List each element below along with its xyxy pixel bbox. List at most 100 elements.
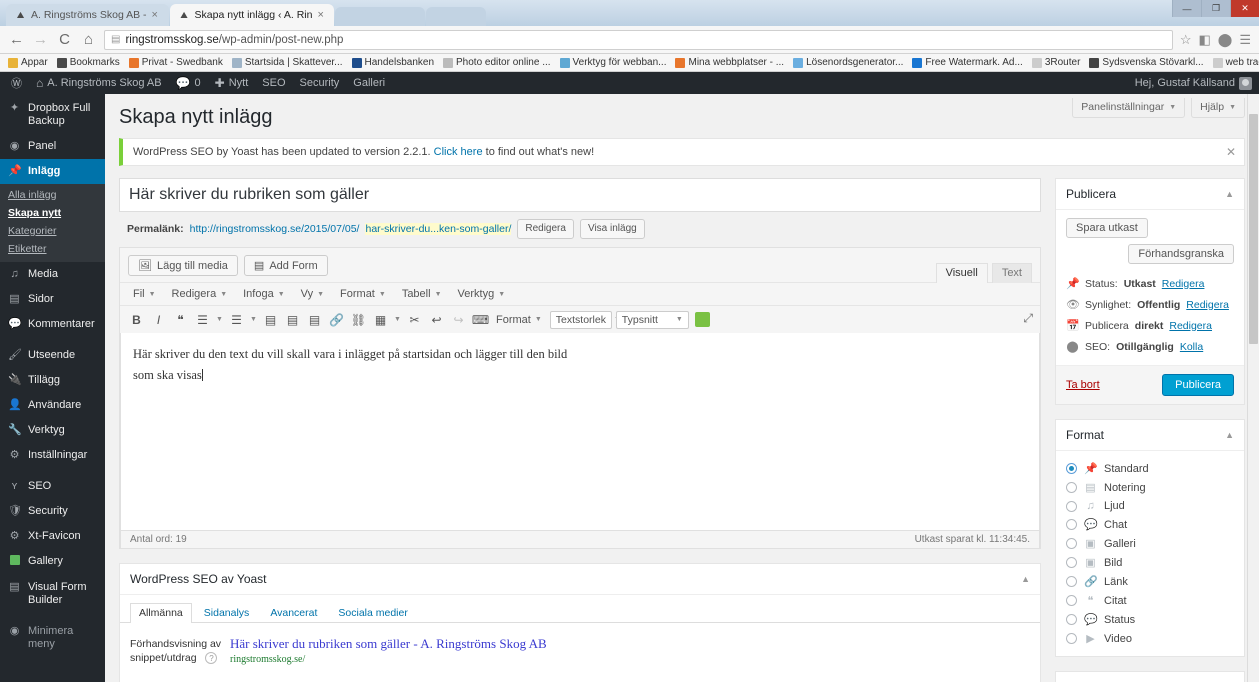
- address-bar[interactable]: ▤ ringstromsskog.se/wp-admin/post-new.ph…: [104, 29, 1173, 50]
- font-dropdown[interactable]: Typsnitt ▼: [615, 310, 689, 329]
- unlink-icon[interactable]: ⛓: [348, 310, 369, 329]
- chevron-up-icon[interactable]: ▲: [1225, 189, 1234, 199]
- sidebar-item-visual-form-builder[interactable]: ▤ Visual Form Builder: [0, 575, 105, 613]
- format-radio[interactable]: [1066, 557, 1077, 568]
- blockquote-icon[interactable]: ❝: [170, 310, 191, 329]
- bold-icon[interactable]: B: [126, 310, 147, 329]
- format-box-header[interactable]: Format ▲: [1056, 420, 1244, 451]
- sidebar-item-inl-gg[interactable]: 📌 Inlägg: [0, 159, 105, 184]
- sidebar-item-media[interactable]: ♫ Media: [0, 262, 105, 287]
- format-dropdown[interactable]: Format ▼: [492, 314, 546, 326]
- textsize-dropdown[interactable]: Textstorlek ▼: [549, 310, 621, 329]
- browser-tab-ghost[interactable]: [426, 7, 487, 26]
- editor-menu-fil[interactable]: Fil ▼: [126, 286, 163, 302]
- fullscreen-icon[interactable]: ⤢: [1023, 311, 1033, 326]
- home-icon[interactable]: ⌂: [80, 31, 97, 48]
- browser-tab-1[interactable]: ⛰ A. Ringströms Skog AB - ×: [6, 4, 169, 26]
- bookmark-item[interactable]: 3Router: [1028, 56, 1085, 69]
- add-form-button[interactable]: ▤ Add Form: [243, 255, 328, 276]
- categories-box-header[interactable]: Kategorier ▲: [1056, 672, 1244, 682]
- sidebar-item-till-gg[interactable]: 🔌 Tillägg: [0, 368, 105, 393]
- chevron-up-icon[interactable]: ▲: [1225, 430, 1234, 440]
- format-radio[interactable]: [1066, 595, 1077, 606]
- view-post-button[interactable]: Visa inlägg: [579, 219, 645, 239]
- yoast-tab-sociala-medier[interactable]: Sociala medier: [329, 603, 416, 623]
- format-radio[interactable]: [1066, 538, 1077, 549]
- chevron-up-icon[interactable]: ▲: [1021, 574, 1030, 584]
- format-radio[interactable]: [1066, 633, 1077, 644]
- submenu-item-etiketter[interactable]: Etiketter: [0, 240, 105, 258]
- sidebar-item-verktyg[interactable]: 🔧 Verktyg: [0, 418, 105, 443]
- format-radio[interactable]: [1066, 576, 1077, 587]
- adminbar-item-security[interactable]: Security: [293, 72, 347, 94]
- editor-menu-verktyg[interactable]: Verktyg ▼: [451, 286, 513, 302]
- format-option-notering[interactable]: ▤ Notering: [1066, 478, 1234, 497]
- page-scrollbar[interactable]: [1247, 94, 1259, 682]
- bookmark-item[interactable]: Appar: [4, 56, 52, 69]
- edit-visibility-link[interactable]: Redigera: [1186, 299, 1229, 311]
- align-center-icon[interactable]: ▤: [282, 310, 303, 329]
- forward-icon[interactable]: →: [32, 31, 49, 48]
- browser-tab-ghost[interactable]: [335, 7, 426, 26]
- window-close-button[interactable]: ✕: [1230, 0, 1259, 17]
- sidebar-item-anv-ndare[interactable]: 👤 Användare: [0, 393, 105, 418]
- close-icon[interactable]: ×: [317, 9, 326, 21]
- format-option-status[interactable]: 💬 Status: [1066, 610, 1234, 629]
- format-option-citat[interactable]: ❝ Citat: [1066, 591, 1234, 610]
- bookmark-item[interactable]: Mina webbplatser - ...: [671, 56, 788, 69]
- editor-menu-redigera[interactable]: Redigera ▼: [165, 286, 235, 302]
- sidebar-item-inst-llningar[interactable]: ⚙ Inställningar: [0, 443, 105, 468]
- permalink-base[interactable]: http://ringstromsskog.se/2015/07/05/: [190, 223, 360, 235]
- close-icon[interactable]: ×: [152, 9, 161, 21]
- user-account-menu[interactable]: Hej, Gustaf Källsand: [1128, 72, 1259, 94]
- format-option-bild[interactable]: ▣ Bild: [1066, 553, 1234, 572]
- bookmark-star-icon[interactable]: ☆: [1180, 32, 1192, 48]
- sidebar-item-seo[interactable]: ʏ SEO: [0, 474, 105, 499]
- panel-settings-button[interactable]: Panelinställningar ▼: [1072, 98, 1186, 118]
- bookmark-item[interactable]: web tracking: [1209, 56, 1259, 69]
- undo-icon[interactable]: ↩: [426, 310, 447, 329]
- editor-content-area[interactable]: Här skriver du den text du vill skall va…: [120, 333, 1040, 531]
- yoast-tab-allm-nna[interactable]: Allmänna: [130, 603, 192, 623]
- help-icon[interactable]: ?: [205, 652, 218, 665]
- publish-box-header[interactable]: Publicera ▲: [1056, 179, 1244, 210]
- permalink-slug[interactable]: har-skriver-du...ken-som-galler/: [365, 223, 512, 235]
- add-media-button[interactable]: 🖼 Lägg till media: [128, 255, 238, 276]
- submenu-item-skapa-nytt[interactable]: Skapa nytt: [0, 204, 105, 222]
- format-radio[interactable]: [1066, 463, 1077, 474]
- publish-button[interactable]: Publicera: [1162, 374, 1234, 396]
- adminbar-item-galleri[interactable]: Galleri: [346, 72, 392, 94]
- format-option-chat[interactable]: 💬 Chat: [1066, 515, 1234, 534]
- new-content-link[interactable]: ✚ Nytt: [208, 72, 256, 94]
- editor-menu-format[interactable]: Format ▼: [333, 286, 393, 302]
- bookmark-item[interactable]: Photo editor online ...: [439, 56, 555, 69]
- chevron-down-icon[interactable]: ▼: [214, 316, 225, 323]
- text-color-swatch[interactable]: [694, 312, 710, 327]
- edit-status-link[interactable]: Redigera: [1162, 278, 1205, 290]
- plugin-icon[interactable]: ⬤: [1218, 32, 1233, 48]
- edit-permalink-button[interactable]: Redigera: [517, 219, 574, 239]
- yoast-tab-sidanalys[interactable]: Sidanalys: [195, 603, 259, 623]
- submenu-item-alla-inl-gg[interactable]: Alla inlägg: [0, 186, 105, 204]
- align-right-icon[interactable]: ▤: [304, 310, 325, 329]
- chevron-down-icon[interactable]: ▼: [248, 316, 259, 323]
- bookmark-item[interactable]: Free Watermark. Ad...: [908, 56, 1026, 69]
- post-title-input[interactable]: [127, 182, 1033, 208]
- numbered-list-icon[interactable]: ☰: [226, 310, 247, 329]
- editor-menu-vy[interactable]: Vy ▼: [294, 286, 331, 302]
- yoast-box-header[interactable]: WordPress SEO av Yoast ▲: [120, 564, 1040, 595]
- minimize-button[interactable]: —: [1172, 0, 1201, 17]
- format-option-ljud[interactable]: ♫ Ljud: [1066, 497, 1234, 515]
- keyboard-icon[interactable]: ⌨: [470, 310, 491, 329]
- notice-link[interactable]: Click here: [434, 146, 483, 158]
- format-option-länk[interactable]: 🔗 Länk: [1066, 572, 1234, 591]
- bullet-list-icon[interactable]: ☰: [192, 310, 213, 329]
- wordpress-logo-icon[interactable]: Ⓦ: [4, 72, 29, 94]
- save-draft-button[interactable]: Spara utkast: [1066, 218, 1148, 238]
- format-option-video[interactable]: ▶ Video: [1066, 629, 1234, 648]
- editor-menu-tabell[interactable]: Tabell ▼: [395, 286, 449, 302]
- yoast-tab-avancerat[interactable]: Avancerat: [261, 603, 326, 623]
- shuffle-icon[interactable]: ✂: [404, 310, 425, 329]
- sidebar-item-utseende[interactable]: 🖌 Utseende: [0, 343, 105, 368]
- site-name-link[interactable]: ⌂ A. Ringströms Skog AB: [29, 72, 169, 94]
